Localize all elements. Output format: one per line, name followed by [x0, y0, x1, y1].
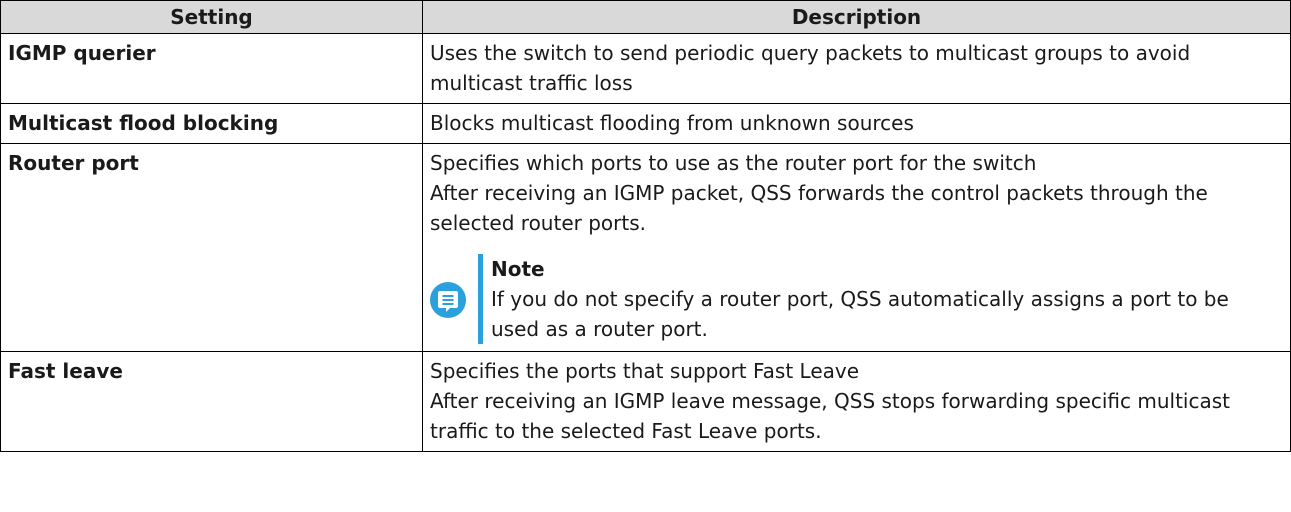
- setting-name: Fast leave: [0, 351, 423, 452]
- setting-description: Blocks multicast flooding from unknown s…: [422, 103, 1291, 144]
- description-line: Uses the switch to send periodic query p…: [430, 41, 1191, 95]
- note-body: Note If you do not specify a router port…: [478, 254, 1283, 344]
- setting-description: Specifies which ports to use as the rout…: [422, 143, 1291, 352]
- header-description: Description: [422, 0, 1291, 34]
- table-row: Router port Specifies which ports to use…: [0, 143, 1291, 352]
- description-line: Blocks multicast flooding from unknown s…: [430, 111, 914, 135]
- setting-description: Specifies the ports that support Fast Le…: [422, 351, 1291, 452]
- table-row: Multicast flood blocking Blocks multicas…: [0, 103, 1291, 144]
- setting-name: Router port: [0, 143, 423, 352]
- table-row: IGMP querier Uses the switch to send per…: [0, 33, 1291, 104]
- note-text: If you do not specify a router port, QSS…: [491, 287, 1229, 341]
- note-title: Note: [491, 257, 545, 281]
- settings-table: Setting Description IGMP querier Uses th…: [0, 0, 1291, 452]
- note-callout: Note If you do not specify a router port…: [430, 254, 1283, 344]
- table-header-row: Setting Description: [0, 0, 1291, 34]
- description-line: After receiving an IGMP leave message, Q…: [430, 389, 1230, 443]
- setting-name: IGMP querier: [0, 33, 423, 104]
- description-line: After receiving an IGMP packet, QSS forw…: [430, 181, 1208, 235]
- description-line: Specifies which ports to use as the rout…: [430, 151, 1037, 175]
- table-row: Fast leave Specifies the ports that supp…: [0, 351, 1291, 452]
- note-icon: [430, 282, 466, 318]
- header-setting: Setting: [0, 0, 423, 34]
- description-line: Specifies the ports that support Fast Le…: [430, 359, 860, 383]
- setting-name: Multicast flood blocking: [0, 103, 423, 144]
- setting-description: Uses the switch to send periodic query p…: [422, 33, 1291, 104]
